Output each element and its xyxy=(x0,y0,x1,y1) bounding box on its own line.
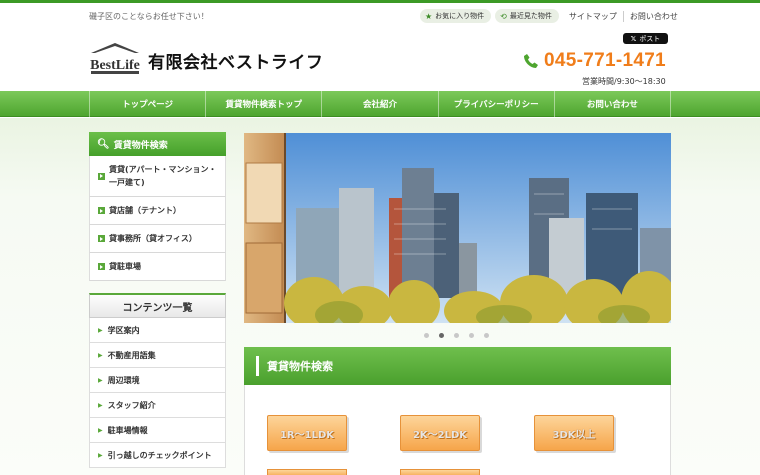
sidebar-item-tenant[interactable]: 貸店舗（テナント） xyxy=(89,197,226,225)
history-icon: ⟲ xyxy=(500,11,507,21)
rental-search-body: 1R～1LDK 2K～2LDK 3DK以上 xyxy=(244,385,671,475)
hero-slider[interactable] xyxy=(244,133,671,323)
contents-heading: コンテンツ一覧 xyxy=(89,293,226,318)
triangle-icon: ▶ xyxy=(98,326,103,334)
room-type-3dk-button[interactable]: 3DK以上 xyxy=(534,415,614,451)
slider-dot-2[interactable] xyxy=(439,333,444,338)
contents-item-area[interactable]: ▶ 周辺環境 xyxy=(89,368,226,393)
slider-dots xyxy=(424,333,499,338)
city-skyline-image xyxy=(244,133,671,323)
slider-dot-5[interactable] xyxy=(484,333,489,338)
triangle-icon: ▶ xyxy=(98,451,103,459)
contents-item-moving[interactable]: ▶ 引っ越しのチェックポイント xyxy=(89,443,226,468)
contents-item-school[interactable]: ▶ 学区案内 xyxy=(89,318,226,343)
slider-dot-4[interactable] xyxy=(469,333,474,338)
sidebar-item-office[interactable]: 貸事務所（貸オフィス） xyxy=(89,225,226,253)
nav-top[interactable]: トップページ xyxy=(89,91,205,117)
nav-company[interactable]: 会社紹介 xyxy=(321,91,437,117)
sitemap-link[interactable]: サイトマップ xyxy=(563,11,623,22)
star-icon: ★ xyxy=(425,11,433,21)
recent-button[interactable]: ⟲ 最近見た物件 xyxy=(495,9,559,23)
arrow-icon xyxy=(98,207,105,214)
sidebar: 🔍︎ 賃貸物件検索 賃貸(アパート・マンション・一戸建て) 貸店舗（テナント） … xyxy=(89,132,226,468)
site-header: 磯子区のことならお任せ下さい！ ★ お気に入り物件 ⟲ 最近見た物件 サイトマッ… xyxy=(0,3,760,91)
x-post-button[interactable]: 𝕏 ポスト xyxy=(623,33,668,44)
utility-links: ★ お気に入り物件 ⟲ 最近見た物件 サイトマップ お問い合わせ xyxy=(420,9,684,23)
room-type-2k-2ldk-button[interactable]: 2K～2LDK xyxy=(400,415,480,451)
company-name[interactable]: 有限会社ベストライフ xyxy=(148,48,323,73)
contents-item-staff[interactable]: ▶ スタッフ紹介 xyxy=(89,393,226,418)
rental-search-heading: 賃貸物件検索 xyxy=(244,347,671,385)
sidebar-item-apartment[interactable]: 賃貸(アパート・マンション・一戸建て) xyxy=(89,156,226,197)
triangle-icon: ▶ xyxy=(98,401,103,409)
arrow-icon xyxy=(98,235,105,242)
phone-icon xyxy=(524,54,538,68)
business-hours: 営業時間/9:30～18:30 xyxy=(582,77,666,86)
svg-text:BestLife: BestLife xyxy=(90,58,140,73)
triangle-icon: ▶ xyxy=(98,351,103,359)
sidebar-item-parking[interactable]: 貸駐車場 xyxy=(89,253,226,281)
contents-item-glossary[interactable]: ▶ 不動産用語集 xyxy=(89,343,226,368)
search-icon: 🔍︎ xyxy=(97,138,110,150)
favorites-button[interactable]: ★ お気に入り物件 xyxy=(420,9,492,23)
contact-link[interactable]: お問い合わせ xyxy=(622,10,684,22)
nav-contact[interactable]: お問い合わせ xyxy=(553,91,672,117)
tagline: 磯子区のことならお任せ下さい！ xyxy=(89,12,209,21)
slider-dot-3[interactable] xyxy=(454,333,459,338)
nav-rental-search[interactable]: 賃貸物件検索トップ xyxy=(205,91,321,117)
room-type-1r-1ldk-button[interactable]: 1R～1LDK xyxy=(267,415,347,451)
triangle-icon: ▶ xyxy=(98,426,103,434)
phone-number[interactable]: 045-771-1471 xyxy=(523,50,666,72)
nav-privacy[interactable]: プライバシーポリシー xyxy=(437,91,554,117)
x-icon: 𝕏 xyxy=(630,34,637,43)
contents-item-parking-info[interactable]: ▶ 駐車場情報 xyxy=(89,418,226,443)
room-type-next-button[interactable] xyxy=(400,469,480,475)
room-type-next-button[interactable] xyxy=(267,469,347,475)
arrow-icon xyxy=(98,172,105,180)
global-nav: トップページ 賃貸物件検索トップ 会社紹介 プライバシーポリシー お問い合わせ xyxy=(0,91,760,117)
company-logo[interactable]: BestLife xyxy=(89,41,141,75)
triangle-icon: ▶ xyxy=(98,376,103,384)
sidebar-search-heading: 🔍︎ 賃貸物件検索 xyxy=(89,132,226,156)
arrow-icon xyxy=(98,263,105,270)
slider-dot-1[interactable] xyxy=(424,333,429,338)
